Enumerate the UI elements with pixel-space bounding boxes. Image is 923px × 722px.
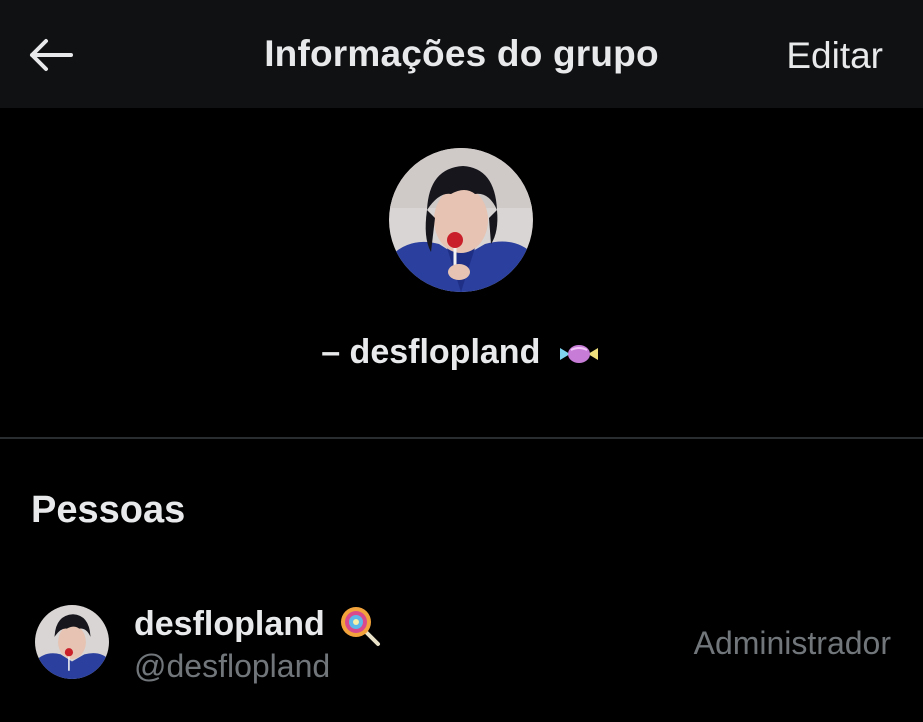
group-name-text: – desflopland [321, 333, 541, 371]
divider [0, 437, 923, 439]
people-section-title: Pessoas [31, 489, 186, 531]
group-avatar-photo [389, 148, 533, 292]
group-avatar[interactable] [389, 148, 533, 292]
page-title: Informações do grupo [264, 33, 659, 74]
member-name: desflopland [134, 604, 382, 648]
top-bar: Informações do grupo Editar [0, 0, 923, 108]
member-role-badge: Administrador [693, 625, 891, 661]
member-row[interactable]: desflopland @desflopland Administrador [0, 588, 923, 698]
avatar [35, 605, 109, 679]
lollipop-icon [341, 607, 381, 646]
member-handle: @desflopland [134, 648, 331, 684]
group-name: – desflopland [0, 333, 923, 372]
edit-button[interactable]: Editar [786, 35, 883, 77]
candy-icon [559, 345, 598, 364]
member-name-text: desflopland [134, 604, 325, 643]
member-avatar-photo [35, 605, 109, 679]
